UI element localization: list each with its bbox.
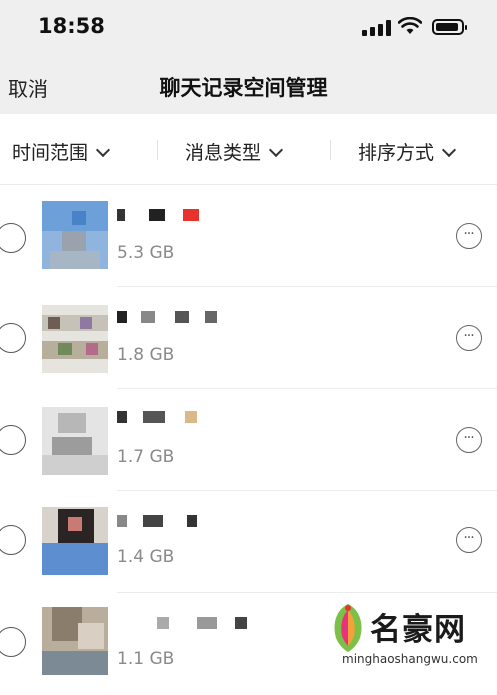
- chat-name-redacted: [117, 311, 247, 327]
- chat-name-redacted: [117, 411, 247, 427]
- chevron-down-icon: [441, 142, 457, 158]
- avatar: [42, 305, 108, 373]
- leaf-face-icon: [334, 604, 362, 652]
- divider: [157, 140, 158, 160]
- select-radio[interactable]: [0, 425, 26, 455]
- chat-name-redacted: [117, 209, 247, 225]
- more-options-icon[interactable]: [456, 427, 482, 453]
- chat-name-redacted: [117, 515, 247, 531]
- avatar: [42, 607, 108, 675]
- more-options-icon[interactable]: [456, 527, 482, 553]
- filter-sort-order[interactable]: 排序方式: [358, 138, 457, 165]
- chat-storage-size: 5.3 GB: [117, 243, 175, 263]
- chat-list-item[interactable]: 1.8 GB: [0, 287, 497, 389]
- chevron-down-icon: [95, 142, 111, 158]
- page-title: 聊天记录空间管理: [0, 72, 497, 102]
- chevron-down-icon: [268, 142, 284, 158]
- select-radio[interactable]: [0, 627, 26, 657]
- chat-list-item[interactable]: 5.3 GB: [0, 185, 497, 287]
- select-radio[interactable]: [0, 323, 26, 353]
- chat-storage-size: 1.4 GB: [117, 547, 175, 567]
- filter-message-type-label: 消息类型: [185, 142, 262, 164]
- filter-bar: 时间范围 消息类型 排序方式: [0, 114, 497, 185]
- filter-time-range[interactable]: 时间范围: [12, 138, 111, 165]
- chat-name-redacted: [117, 617, 247, 633]
- status-bar: 18:58: [0, 0, 497, 56]
- chat-list-item[interactable]: 1.4 GB: [0, 491, 497, 593]
- watermark-url: minghaoshangwu.com: [342, 652, 478, 666]
- select-radio[interactable]: [0, 525, 26, 555]
- status-time: 18:58: [38, 14, 105, 38]
- cellular-signal-icon: [362, 20, 391, 36]
- filter-time-range-label: 时间范围: [12, 142, 89, 164]
- divider: [330, 140, 331, 160]
- watermark-brand: 名豪网: [370, 612, 466, 648]
- chat-storage-size: 1.8 GB: [117, 345, 175, 365]
- more-options-icon[interactable]: [456, 223, 482, 249]
- chat-storage-size: 1.1 GB: [117, 649, 175, 669]
- avatar: [42, 507, 108, 575]
- wifi-icon: [398, 17, 422, 34]
- nav-bar: 取消 聊天记录空间管理: [0, 56, 497, 114]
- watermark-logo: 名豪网 minghaoshangwu.com: [326, 600, 491, 672]
- filter-sort-order-label: 排序方式: [358, 142, 435, 164]
- avatar: [42, 407, 108, 475]
- avatar: [42, 201, 108, 269]
- chat-storage-size: 1.7 GB: [117, 447, 175, 467]
- page-title-text: 聊天记录空间管理: [159, 76, 328, 100]
- chat-list-item[interactable]: 1.7 GB: [0, 389, 497, 491]
- select-radio[interactable]: [0, 223, 26, 253]
- battery-icon: [432, 19, 467, 35]
- filter-message-type[interactable]: 消息类型: [185, 138, 284, 165]
- more-options-icon[interactable]: [456, 325, 482, 351]
